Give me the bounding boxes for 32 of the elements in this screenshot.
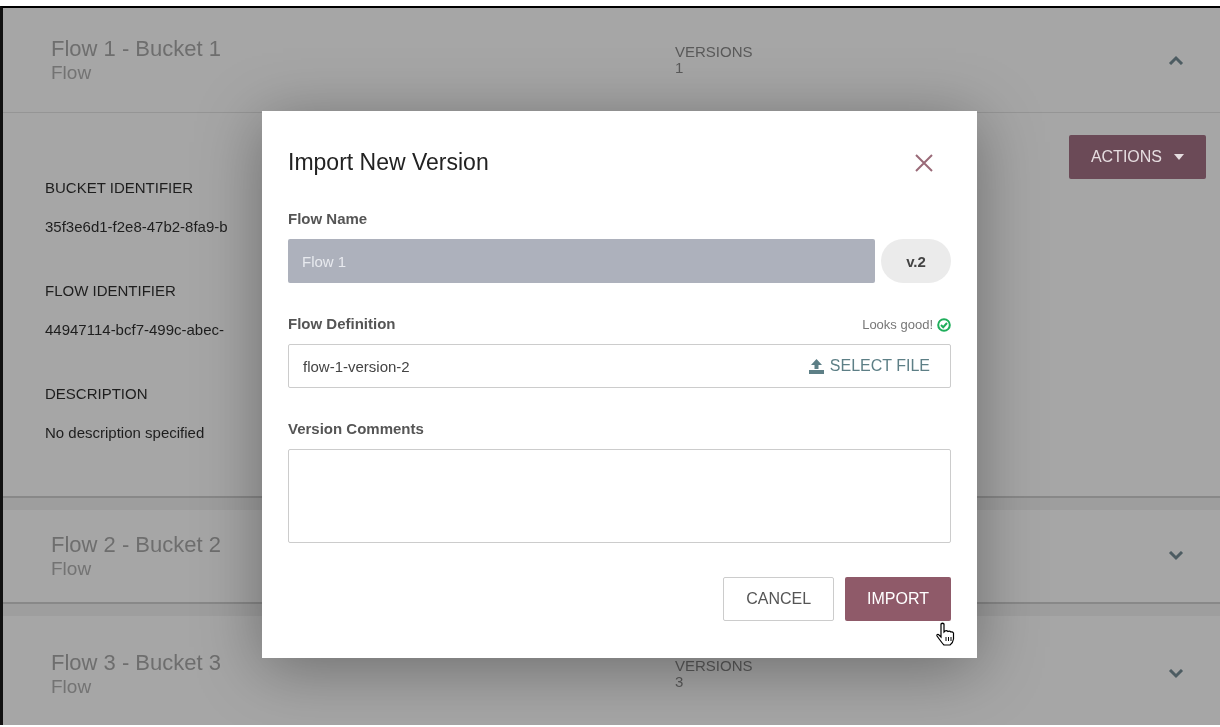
field-label: Flow Name <box>288 210 369 227</box>
detail-label: FLOW IDENTIFIER <box>45 282 177 299</box>
caret-icon <box>1174 154 1184 160</box>
detail-label: BUCKET IDENTIFIER <box>45 179 195 196</box>
version-badge: v.2 <box>881 239 951 283</box>
versions-label: VERSIONS <box>675 657 754 674</box>
chevron-up-icon[interactable] <box>1168 55 1184 65</box>
field-label: Flow Definition <box>288 315 396 332</box>
import-button[interactable]: IMPORT <box>845 577 951 621</box>
detail-value: 35f3e6d1-f2e8-47b2-8fa9-b <box>45 218 228 235</box>
cancel-button[interactable]: CANCEL <box>723 577 835 621</box>
versions-label: VERSIONS <box>675 43 754 60</box>
detail-label: DESCRIPTION <box>45 385 149 402</box>
flow-title: Flow 1 - Bucket 1 <box>51 36 222 62</box>
versions-count: 3 <box>675 674 685 691</box>
status-text: Looks good! <box>862 317 933 332</box>
select-file-button[interactable]: SELECT FILE <box>808 357 930 375</box>
comments-field[interactable] <box>288 449 951 543</box>
file-field[interactable]: flow-1-version-2 SELECT FILE <box>288 344 951 388</box>
detail-value: No description specified <box>45 424 206 441</box>
detail-value: 44947114-bcf7-499c-abec- <box>45 321 225 338</box>
close-icon[interactable] <box>915 153 933 172</box>
versions-count: 1 <box>675 60 685 77</box>
chevron-down-icon[interactable] <box>1168 669 1184 679</box>
actions-dropdown-button[interactable]: ACTIONS <box>1068 135 1206 179</box>
dialog-title: Import New Version <box>288 149 489 176</box>
hand-cursor-icon <box>935 622 955 646</box>
chevron-down-icon[interactable] <box>1168 551 1184 561</box>
field-label: Version Comments <box>288 420 425 437</box>
upload-icon <box>808 358 824 374</box>
flow-title: Flow 3 - Bucket 3 <box>51 650 222 676</box>
check-circle-icon <box>937 317 951 332</box>
